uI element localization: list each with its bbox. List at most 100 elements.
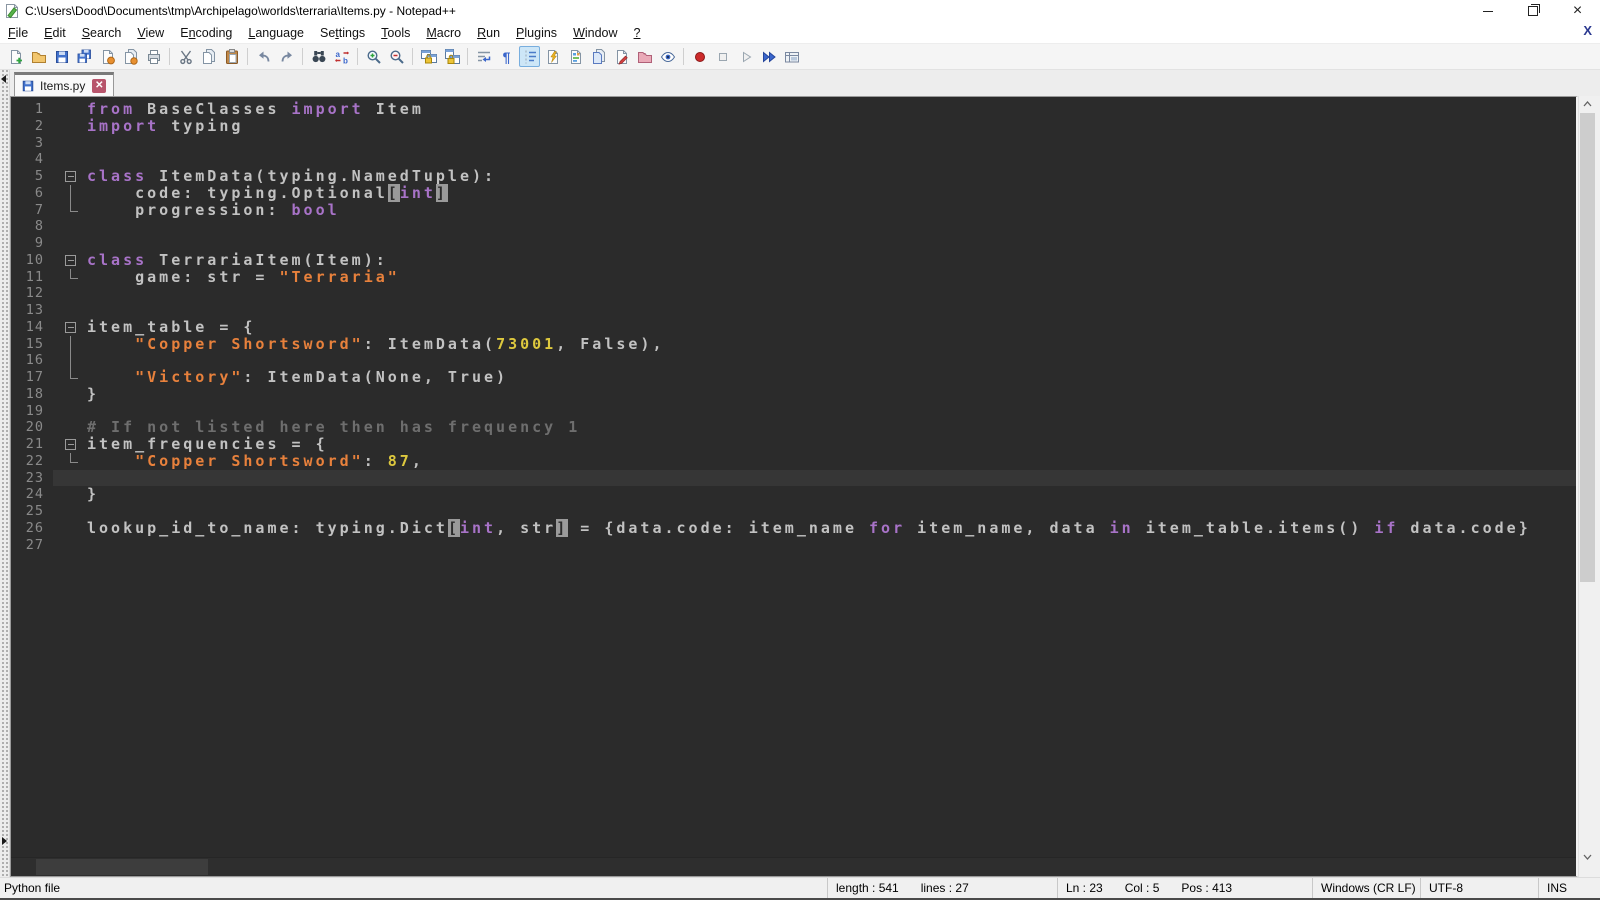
code-line-25[interactable]: 25 (11, 503, 1576, 520)
fold-marker[interactable] (53, 168, 87, 185)
code-line-10[interactable]: 10class TerrariaItem(Item): (11, 252, 1576, 269)
sync-horizontal-scrolling-button[interactable] (441, 46, 462, 67)
document-list-button[interactable] (588, 46, 609, 67)
stop-macro-button[interactable] (712, 46, 733, 67)
tab-close-icon[interactable]: ✕ (92, 79, 106, 93)
dock-splitter[interactable] (0, 70, 10, 877)
code-line-8[interactable]: 8 (11, 218, 1576, 235)
redo-button[interactable] (276, 46, 297, 67)
show-indent-guide-button[interactable] (519, 46, 540, 67)
code-line-3[interactable]: 3 (11, 135, 1576, 152)
close-button[interactable]: × (1555, 0, 1600, 22)
menu-item-run[interactable]: Run (469, 24, 508, 42)
menu-item-macro[interactable]: Macro (418, 24, 469, 42)
code-line-20[interactable]: 20# If not listed here then has frequenc… (11, 419, 1576, 436)
tab-label: Items.py (40, 79, 85, 93)
code-line-22[interactable]: 22 "Copper Shortsword": 87, (11, 453, 1576, 470)
word-wrap-button[interactable] (473, 46, 494, 67)
show-all-characters-button[interactable]: ¶ (496, 46, 517, 67)
minimize-button[interactable] (1465, 0, 1510, 22)
fold-marker[interactable] (53, 319, 87, 336)
vertical-scrollbar[interactable] (1578, 96, 1596, 877)
code-line-21[interactable]: 21item_frequencies = { (11, 436, 1576, 453)
code-line-4[interactable]: 4 (11, 151, 1576, 168)
play-macro-button[interactable] (735, 46, 756, 67)
paste-button[interactable] (221, 46, 242, 67)
line-number: 9 (11, 235, 53, 252)
close-file-button[interactable] (97, 46, 118, 67)
fold-margin (53, 386, 87, 403)
save-recorded-macro-button[interactable] (781, 46, 802, 67)
code-line-6[interactable]: 6 code: typing.Optional[int] (11, 185, 1576, 202)
save-file-button[interactable] (51, 46, 72, 67)
code-line-15[interactable]: 15 "Copper Shortsword": ItemData(73001, … (11, 336, 1576, 353)
fold-marker[interactable] (53, 252, 87, 269)
copy-button[interactable] (198, 46, 219, 67)
print-button[interactable] (143, 46, 164, 67)
scroll-down-icon[interactable] (1579, 849, 1596, 865)
line-number: 23 (11, 470, 53, 487)
menu-close-document-icon[interactable]: X (1583, 23, 1592, 38)
statusbar-doc-type: Python file (0, 878, 827, 898)
fold-margin (53, 336, 87, 353)
menu-item-window[interactable]: Window (565, 24, 625, 42)
menu-item-encoding[interactable]: Encoding (172, 24, 240, 42)
function-list-button[interactable] (542, 46, 563, 67)
code-line-2[interactable]: 2import typing (11, 118, 1576, 135)
fold-margin (53, 403, 87, 420)
menu-item-settings[interactable]: Settings (312, 24, 373, 42)
find-button[interactable] (308, 46, 329, 67)
menu-item-file[interactable]: File (0, 24, 36, 42)
code-line-26[interactable]: 26lookup_id_to_name: typing.Dict[int, st… (11, 520, 1576, 537)
monitoring-button[interactable] (657, 46, 678, 67)
code-line-23[interactable]: 23 (11, 470, 1576, 487)
code-line-12[interactable]: 12 (11, 285, 1576, 302)
code-line-9[interactable]: 9 (11, 235, 1576, 252)
code-line-5[interactable]: 5class ItemData(typing.NamedTuple): (11, 168, 1576, 185)
open-file-button[interactable] (28, 46, 49, 67)
code-line-27[interactable]: 27 (11, 537, 1576, 554)
menu-item-help[interactable]: ? (626, 24, 649, 42)
menu-item-edit[interactable]: Edit (36, 24, 74, 42)
code-line-13[interactable]: 13 (11, 302, 1576, 319)
save-all-button[interactable] (74, 46, 95, 67)
code-line-14[interactable]: 14item_table = { (11, 319, 1576, 336)
new-file-button[interactable] (5, 46, 26, 67)
restore-button[interactable] (1510, 0, 1555, 22)
sync-vertical-scrolling-button[interactable] (418, 46, 439, 67)
close-all-button[interactable] (120, 46, 141, 67)
scroll-up-icon[interactable] (1579, 96, 1596, 112)
menu-item-tools[interactable]: Tools (373, 24, 418, 42)
code-line-24[interactable]: 24} (11, 486, 1576, 503)
horizontal-scrollbar-thumb[interactable] (36, 859, 208, 875)
run-macro-multiple-times-button[interactable] (758, 46, 779, 67)
menu-item-search[interactable]: Search (74, 24, 130, 42)
horizontal-scrollbar[interactable] (11, 857, 1576, 876)
code-line-18[interactable]: 18} (11, 386, 1576, 403)
code-line-17[interactable]: 17 "Victory": ItemData(None, True) (11, 369, 1576, 386)
vertical-scrollbar-thumb[interactable] (1580, 113, 1595, 582)
zoom-out-button[interactable] (386, 46, 407, 67)
dock-collapse-left-icon[interactable] (1, 75, 6, 83)
tab-items-py[interactable]: Items.py ✕ (14, 72, 114, 96)
zoom-in-button[interactable] (363, 46, 384, 67)
code-line-19[interactable]: 19 (11, 403, 1576, 420)
replace-button[interactable]: ab (331, 46, 352, 67)
define-language-button[interactable] (611, 46, 632, 67)
titlebar[interactable]: C:\Users\Dood\Documents\tmp\Archipelago\… (0, 0, 1600, 22)
menu-item-view[interactable]: View (129, 24, 172, 42)
folder-as-workspace-button[interactable] (634, 46, 655, 67)
record-macro-button[interactable] (689, 46, 710, 67)
code-line-1[interactable]: 1from BaseClasses import Item (11, 101, 1576, 118)
cut-button[interactable] (175, 46, 196, 67)
code-line-11[interactable]: 11 game: str = "Terraria" (11, 269, 1576, 286)
menu-item-language[interactable]: Language (240, 24, 312, 42)
undo-button[interactable] (253, 46, 274, 67)
fold-marker[interactable] (53, 436, 87, 453)
code-editor[interactable]: 1from BaseClasses import Item2import typ… (11, 97, 1576, 857)
menu-item-plugins[interactable]: Plugins (508, 24, 565, 42)
code-line-7[interactable]: 7 progression: bool (11, 202, 1576, 219)
document-map-button[interactable] (565, 46, 586, 67)
code-line-16[interactable]: 16 (11, 352, 1576, 369)
dock-expand-right-icon[interactable] (2, 837, 7, 845)
